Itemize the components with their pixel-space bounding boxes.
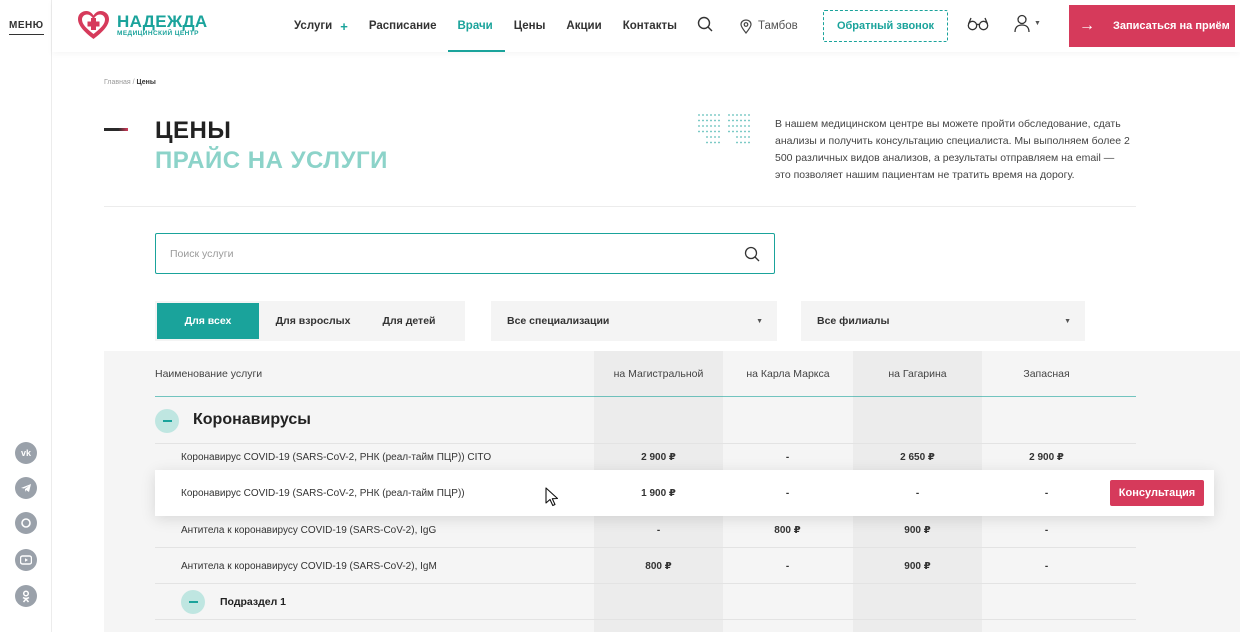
- chevron-down-icon: ▼: [1064, 317, 1071, 325]
- breadcrumb: Главная / Цены: [104, 79, 156, 86]
- service-name: Антитела к коронавирусу COVID-19 (SARS-C…: [181, 525, 437, 536]
- audience-children-button[interactable]: Для детей: [367, 301, 451, 341]
- user-icon: [1014, 14, 1030, 33]
- price-cell: -: [1044, 525, 1049, 536]
- account-menu[interactable]: ▼: [1014, 14, 1041, 33]
- service-search: [155, 233, 775, 274]
- branch-select[interactable]: Все филиалы ▼: [801, 301, 1085, 341]
- search-input[interactable]: [170, 234, 730, 273]
- price-cell: -: [656, 525, 661, 536]
- vk-icon[interactable]: vk: [15, 442, 37, 464]
- page-title: ЦЕНЫ: [155, 117, 232, 144]
- row-divider: [155, 619, 1136, 620]
- price-cell: -: [1044, 561, 1049, 572]
- appointment-button[interactable]: → Записаться на приём: [1069, 5, 1235, 47]
- city-selector[interactable]: Тамбов: [740, 0, 798, 52]
- service-name: Антитела к коронавирусу COVID-19 (SARS-C…: [181, 561, 437, 572]
- odnoklassniki-icon[interactable]: [15, 585, 37, 607]
- appointment-label: Записаться на приём: [1113, 20, 1230, 32]
- price-cell: 2 900 ₽: [1029, 452, 1064, 463]
- subgroup-title: Подраздел 1: [220, 596, 287, 608]
- price-cell: -: [1044, 488, 1049, 499]
- nav-item-services[interactable]: Услуги +: [294, 0, 348, 52]
- consultation-button[interactable]: Консультация: [1110, 480, 1204, 506]
- arrow-right-icon: →: [1079, 17, 1095, 34]
- price-cell: -: [785, 488, 790, 499]
- heart-cross-icon: [77, 10, 110, 40]
- price-cell: 800 ₽: [774, 525, 801, 536]
- decorative-dots: [697, 113, 751, 154]
- specialization-select[interactable]: Все специализации ▼: [491, 301, 777, 341]
- chevron-down-icon: ▼: [756, 317, 763, 325]
- service-name: Коронавирус COVID-19 (SARS-CoV-2, РНК (р…: [181, 488, 465, 499]
- price-cell: 2 650 ₽: [900, 452, 935, 463]
- header-divider: [155, 396, 1136, 397]
- header-search-icon[interactable]: [697, 16, 713, 32]
- city-name: Тамбов: [758, 20, 798, 32]
- nav-item-schedule[interactable]: Расписание: [369, 0, 437, 52]
- telegram-icon[interactable]: [15, 477, 37, 499]
- collapse-group-icon[interactable]: [155, 409, 179, 433]
- price-cell: -: [915, 488, 920, 499]
- row-divider: [155, 443, 1136, 444]
- column-header-service: Наименование услуги: [155, 368, 263, 380]
- column-header-branch: на Карла Маркса: [746, 368, 830, 380]
- logo-subtitle: МЕДИЦИНСКИЙ ЦЕНТР: [117, 30, 199, 37]
- page-subtitle: ПРАЙС НА УСЛУГИ: [155, 147, 388, 174]
- site-header: НАДЕЖДА МЕДИЦИНСКИЙ ЦЕНТР Услуги + Распи…: [52, 0, 1240, 52]
- breadcrumb-home[interactable]: Главная: [104, 79, 131, 86]
- chevron-down-icon: ▼: [1034, 20, 1041, 27]
- accessibility-glasses-icon[interactable]: [967, 17, 989, 36]
- price-cell: -: [785, 561, 790, 572]
- left-rail: МЕНЮ vk: [0, 0, 52, 632]
- main-nav: Услуги + Расписание Врачи Цены Акции Кон…: [294, 0, 698, 52]
- search-icon[interactable]: [744, 246, 760, 262]
- nav-item-promotions[interactable]: Акции: [566, 0, 601, 52]
- title-accent-line: [104, 128, 128, 131]
- youtube-icon[interactable]: [15, 549, 37, 571]
- group-title: Коронавирусы: [193, 411, 311, 428]
- price-cell: 2 900 ₽: [641, 452, 676, 463]
- row-divider: [155, 583, 1136, 584]
- price-cell: 900 ₽: [904, 525, 931, 536]
- nav-item-prices[interactable]: Цены: [514, 0, 546, 52]
- nav-item-doctors[interactable]: Врачи: [447, 0, 505, 52]
- menu-button[interactable]: МЕНЮ: [9, 20, 44, 35]
- intro-text: В нашем медицинском центре вы можете про…: [775, 118, 1130, 181]
- price-cell: 900 ₽: [904, 561, 931, 572]
- row-divider: [155, 547, 1136, 548]
- audience-filter: Для всех Для взрослых Для детей: [155, 301, 465, 341]
- section-divider: [104, 206, 1136, 207]
- logo-name: НАДЕЖДА: [117, 12, 208, 31]
- column-header-branch: на Гагарина: [888, 368, 947, 380]
- collapse-subgroup-icon[interactable]: [181, 590, 205, 614]
- callback-button[interactable]: Обратный звонок: [823, 10, 948, 42]
- column-header-branch: Запасная: [1023, 368, 1070, 380]
- logo[interactable]: НАДЕЖДА МЕДИЦИНСКИЙ ЦЕНТР: [77, 10, 208, 40]
- service-name: Коронавирус COVID-19 (SARS-CoV-2, РНК (р…: [181, 452, 492, 463]
- price-cell: -: [785, 452, 790, 463]
- price-cell: 1 900 ₽: [641, 488, 676, 499]
- audience-all-button[interactable]: Для всех: [157, 303, 259, 339]
- audience-adults-button[interactable]: Для взрослых: [259, 301, 367, 341]
- nav-item-contacts[interactable]: Контакты: [623, 0, 677, 52]
- whatsapp-icon[interactable]: [15, 512, 37, 534]
- plus-icon[interactable]: +: [340, 19, 348, 34]
- breadcrumb-current: Цены: [136, 79, 156, 86]
- location-pin-icon: [740, 18, 752, 34]
- mouse-cursor-icon: [545, 487, 559, 507]
- price-cell: 800 ₽: [645, 561, 672, 572]
- column-header-branch: на Магистральной: [613, 368, 704, 380]
